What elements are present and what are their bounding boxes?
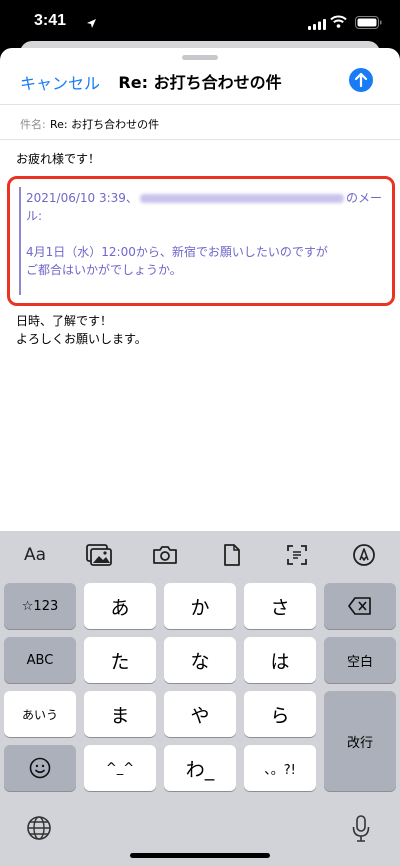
key-ma[interactable]: ま (84, 691, 156, 737)
quote-header-date: 2021/06/10 3:39、 (26, 191, 138, 205)
arrow-up-icon (354, 72, 368, 88)
send-button[interactable] (349, 68, 373, 92)
microphone-icon[interactable] (352, 815, 370, 847)
cancel-button[interactable]: キャンセル (20, 70, 100, 94)
body-reply-line[interactable]: よろしくお願いします。 (16, 330, 147, 348)
space-key[interactable]: 空白 (324, 637, 396, 683)
format-toolbar: Aa (0, 531, 400, 579)
kana-mode-key[interactable]: あいう (4, 691, 76, 737)
camera-icon[interactable] (152, 543, 178, 567)
subject-value[interactable]: Re: お打ち合わせの件 (50, 116, 159, 132)
battery-icon (355, 14, 382, 33)
key-ya[interactable]: や (164, 691, 236, 737)
quote-header[interactable]: 2021/06/10 3:39、 のメー (26, 189, 382, 207)
quote-header-suffix: のメー (345, 191, 382, 205)
sheet-grabber[interactable] (182, 55, 218, 60)
location-arrow-icon (86, 14, 97, 33)
key-ra[interactable]: ら (244, 691, 316, 737)
key-na[interactable]: な (164, 637, 236, 683)
numbers-key[interactable]: ☆123 (4, 583, 76, 629)
photo-library-icon[interactable] (86, 543, 112, 567)
quote-line[interactable]: 4月1日（水）12:00から、新宿でお願いしたいのですが (26, 243, 328, 261)
body-reply-line[interactable]: 日時、了解です！ (16, 312, 112, 330)
cellular-signal-icon (308, 15, 326, 34)
emoji-icon (29, 757, 51, 779)
keyboard: Aa ☆123 あ か さ ABC た な は 空白 あいう ま や ら 改行 … (0, 531, 400, 866)
key-ka[interactable]: か (164, 583, 236, 629)
emoji-key[interactable] (4, 745, 76, 791)
document-icon[interactable] (222, 543, 242, 567)
quote-bar (19, 187, 21, 295)
globe-icon[interactable] (26, 815, 52, 845)
backspace-icon (348, 597, 371, 615)
key-ha[interactable]: は (244, 637, 316, 683)
subject-field[interactable]: 件名: Re: お打ち合わせの件 (0, 104, 400, 140)
scan-document-icon[interactable] (286, 543, 308, 567)
return-key[interactable]: 改行 (324, 691, 396, 791)
subject-label: 件名: (20, 118, 46, 131)
format-text-button[interactable]: Aa (22, 543, 48, 567)
abc-key[interactable]: ABC (4, 637, 76, 683)
key-a[interactable]: あ (84, 583, 156, 629)
body-greeting[interactable]: お疲れ様です！ (16, 150, 100, 168)
compose-nav-bar: キャンセル Re: お打ち合わせの件 (0, 62, 400, 98)
key-punctuation[interactable]: 、。?! (244, 745, 316, 791)
status-bar: 3:41 (0, 0, 400, 44)
key-kaomoji[interactable]: ^_^ (84, 745, 156, 791)
status-time: 3:41 (34, 12, 67, 29)
quote-header-wrap[interactable]: ル: (26, 207, 42, 225)
quoted-message-highlight: 2021/06/10 3:39、 のメー ル: 4月1日（水）12:00から、新宿… (7, 176, 395, 306)
home-indicator[interactable] (130, 853, 270, 858)
markup-icon[interactable] (352, 543, 376, 567)
key-wa[interactable]: わ_ (164, 745, 236, 791)
key-ta[interactable]: た (84, 637, 156, 683)
delete-key[interactable] (324, 583, 396, 629)
key-sa[interactable]: さ (244, 583, 316, 629)
quote-line[interactable]: ご都合はいかがでしょうか。 (26, 261, 182, 279)
wifi-icon (330, 13, 347, 32)
redacted-email (139, 194, 344, 203)
